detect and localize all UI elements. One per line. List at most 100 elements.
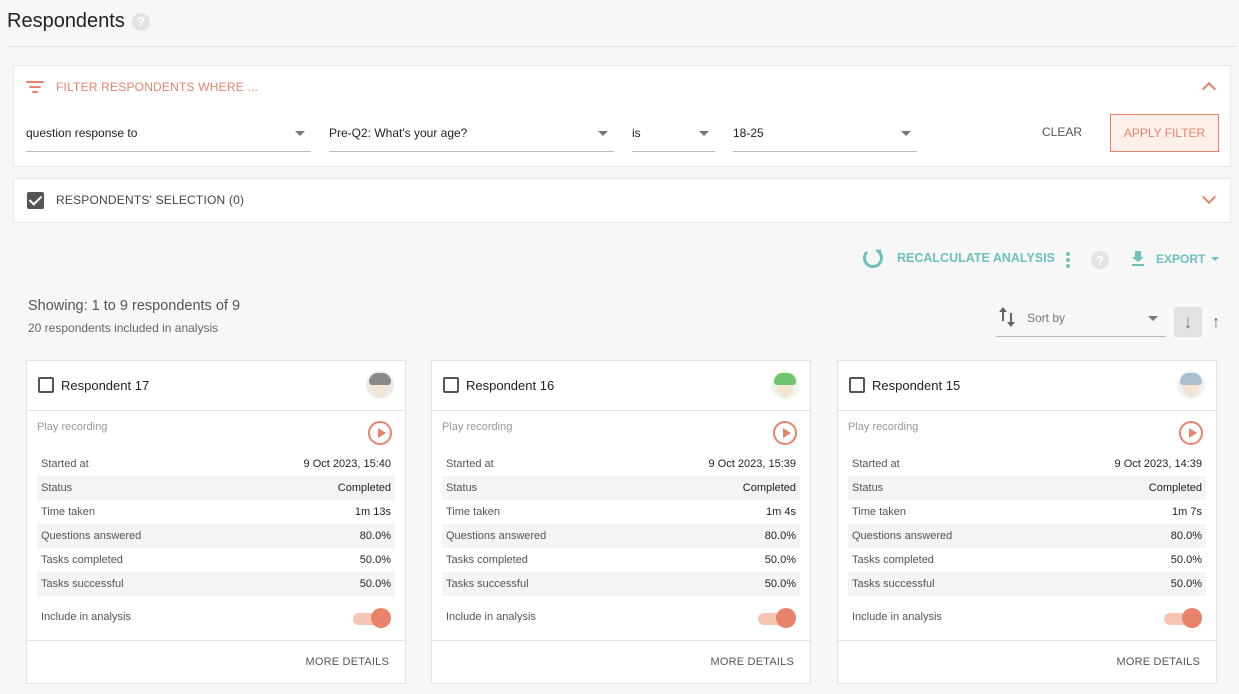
detail-label: Questions answered [852, 530, 953, 542]
respondent-card: Respondent 17 Play recording Started at … [26, 360, 406, 684]
detail-value: 80.0% [764, 530, 796, 542]
clear-button[interactable]: CLEAR [1042, 125, 1082, 139]
detail-value: Completed [337, 482, 391, 494]
avatar [771, 371, 799, 399]
filter-panel: FILTER RESPONDENTS WHERE ... question re… [13, 65, 1231, 167]
caret-down-icon [1148, 316, 1158, 321]
respondent-checkbox[interactable] [38, 377, 54, 393]
selection-checkbox[interactable] [27, 192, 44, 209]
respondent-checkbox[interactable] [849, 377, 865, 393]
detail-row: Time taken 1m 13s [37, 500, 395, 524]
more-details-button[interactable]: MORE DETAILS [306, 656, 390, 668]
include-label: Include in analysis [41, 611, 131, 623]
sort-ascending-button[interactable]: ↑ [1206, 310, 1226, 334]
sort-descending-button[interactable]: ↓ [1174, 307, 1202, 337]
detail-list: Started at 9 Oct 2023, 15:40 Status Comp… [37, 452, 395, 596]
chevron-down-icon[interactable] [1201, 189, 1217, 205]
detail-label: Time taken [446, 506, 501, 518]
filter-operator-select[interactable]: is [632, 116, 715, 152]
avatar [1177, 371, 1205, 399]
help-icon[interactable]: ? [1091, 251, 1109, 269]
detail-row: Status Completed [442, 476, 800, 500]
include-label: Include in analysis [852, 611, 942, 623]
detail-label: Tasks successful [852, 578, 935, 590]
include-toggle[interactable] [1164, 608, 1202, 628]
apply-filter-button[interactable]: APPLY FILTER [1110, 114, 1219, 152]
detail-label: Status [446, 482, 478, 494]
detail-label: Tasks completed [446, 554, 528, 566]
selection-label: RESPONDENTS' SELECTION (0) [56, 193, 245, 207]
include-label: Include in analysis [446, 611, 536, 623]
detail-value: 80.0% [359, 530, 391, 542]
filter-question-value: Pre-Q2: What's your age? [329, 126, 468, 140]
play-icon[interactable] [773, 421, 797, 445]
detail-row: Questions answered 80.0% [848, 524, 1206, 548]
page-title-text: Respondents [7, 10, 125, 32]
download-icon [1132, 251, 1144, 266]
detail-value: 50.0% [1170, 578, 1202, 590]
more-options-icon[interactable] [1066, 252, 1070, 270]
caret-down-icon [295, 131, 305, 136]
detail-label: Started at [852, 458, 900, 470]
detail-row: Tasks successful 50.0% [848, 572, 1206, 596]
filter-header[interactable]: FILTER RESPONDENTS WHERE ... [26, 80, 258, 94]
recalculate-analysis-button[interactable]: RECALCULATE ANALYSIS [863, 248, 1055, 268]
play-recording-label: Play recording [442, 421, 513, 433]
detail-label: Tasks completed [852, 554, 934, 566]
play-recording-label: Play recording [37, 421, 108, 433]
play-icon[interactable] [368, 421, 392, 445]
detail-row: Questions answered 80.0% [37, 524, 395, 548]
filter-value-value: 18-25 [733, 126, 764, 140]
detail-value: 1m 13s [354, 506, 391, 518]
refresh-icon [863, 248, 883, 268]
card-header: Respondent 15 [838, 361, 1216, 411]
detail-row: Time taken 1m 4s [442, 500, 800, 524]
detail-row: Started at 9 Oct 2023, 14:39 [848, 452, 1206, 476]
card-footer: MORE DETAILS [838, 640, 1216, 683]
respondent-name: Respondent 15 [872, 378, 961, 393]
help-icon[interactable]: ? [131, 12, 150, 31]
detail-value: 9 Oct 2023, 15:39 [708, 458, 796, 470]
detail-label: Started at [446, 458, 494, 470]
include-toggle[interactable] [758, 608, 796, 628]
filter-icon [26, 80, 44, 94]
more-details-button[interactable]: MORE DETAILS [711, 656, 795, 668]
chevron-up-icon[interactable] [1201, 81, 1217, 97]
filter-field-select[interactable]: question response to [26, 116, 311, 152]
respondent-name: Respondent 17 [61, 378, 150, 393]
divider [7, 46, 1237, 47]
detail-row: Status Completed [37, 476, 395, 500]
detail-row: Tasks successful 50.0% [37, 572, 395, 596]
caret-down-icon [1211, 256, 1220, 261]
filter-heading: FILTER RESPONDENTS WHERE ... [56, 80, 259, 94]
filter-question-select[interactable]: Pre-Q2: What's your age? [329, 116, 614, 152]
detail-row: Tasks completed 50.0% [442, 548, 800, 572]
caret-down-icon [699, 131, 709, 136]
play-icon[interactable] [1179, 421, 1203, 445]
detail-label: Questions answered [41, 530, 142, 542]
caret-down-icon [901, 131, 911, 136]
respondent-checkbox[interactable] [443, 377, 459, 393]
caret-down-icon [598, 131, 608, 136]
detail-value: 9 Oct 2023, 15:40 [303, 458, 391, 470]
detail-label: Tasks successful [446, 578, 529, 590]
detail-value: 9 Oct 2023, 14:39 [1114, 458, 1202, 470]
page-title: Respondents ? [7, 10, 150, 33]
detail-row: Status Completed [848, 476, 1206, 500]
card-footer: MORE DETAILS [27, 640, 405, 683]
detail-list: Started at 9 Oct 2023, 15:39 Status Comp… [442, 452, 800, 596]
detail-value: 1m 7s [1172, 506, 1202, 518]
include-toggle[interactable] [353, 608, 391, 628]
detail-label: Time taken [852, 506, 907, 518]
detail-value: 50.0% [359, 554, 391, 566]
detail-label: Tasks completed [41, 554, 123, 566]
sort-by-select[interactable]: Sort by [996, 304, 1166, 337]
card-header: Respondent 17 [27, 361, 405, 411]
filter-value-select[interactable]: 18-25 [733, 116, 917, 152]
detail-value: 1m 4s [766, 506, 796, 518]
more-details-button[interactable]: MORE DETAILS [1117, 656, 1201, 668]
respondents-selection-panel[interactable]: RESPONDENTS' SELECTION (0) [13, 178, 1231, 223]
export-button[interactable]: EXPORT [1132, 251, 1220, 266]
avatar [366, 371, 394, 399]
export-label: EXPORT [1156, 251, 1206, 266]
